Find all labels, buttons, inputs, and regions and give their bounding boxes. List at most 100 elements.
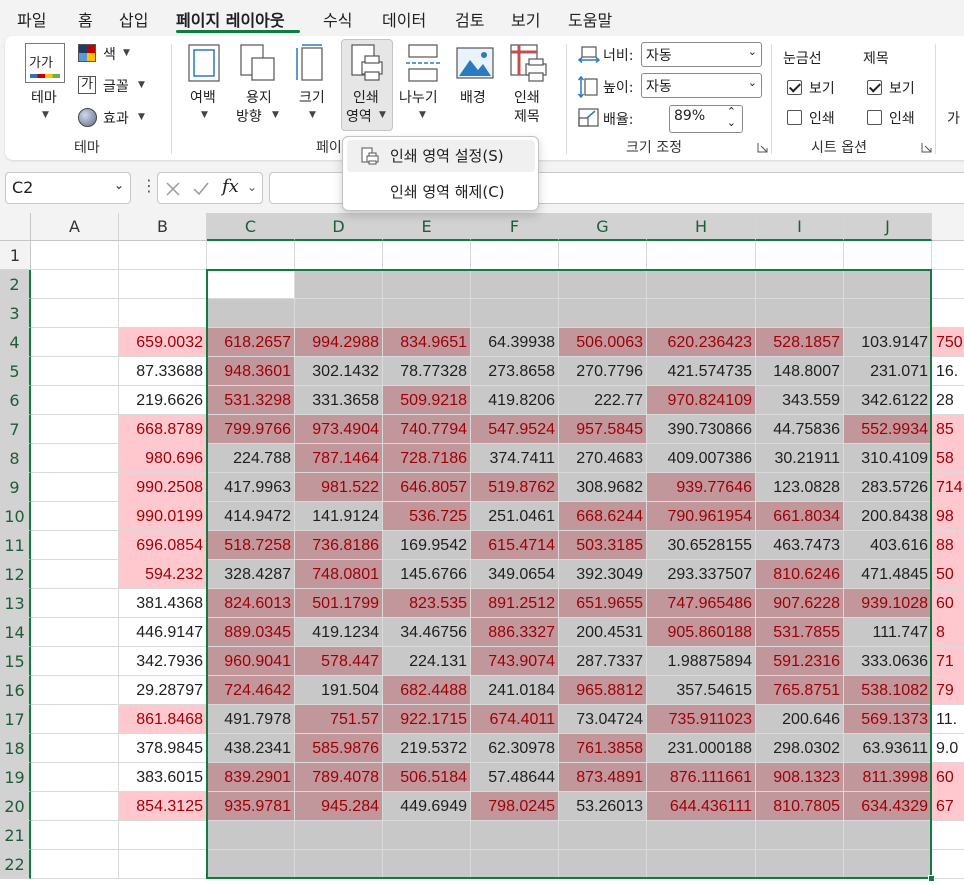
cell-e1[interactable] <box>383 241 471 270</box>
column-header-h[interactable]: H <box>647 213 756 241</box>
row-header-6[interactable]: 6 <box>0 386 31 415</box>
cell-c18[interactable]: 438.2341 <box>207 734 295 763</box>
column-header-d[interactable]: D <box>295 213 383 241</box>
cell-c1[interactable] <box>207 241 295 270</box>
cell-f1[interactable] <box>471 241 559 270</box>
cell-f5[interactable]: 273.8658 <box>471 357 559 386</box>
chevron-down-icon[interactable]: ⌄ <box>114 178 124 192</box>
cell-i9[interactable]: 123.0828 <box>756 473 844 502</box>
cell-d5[interactable]: 302.1432 <box>295 357 383 386</box>
cell-j19[interactable]: 811.3998 <box>844 763 932 792</box>
cell-e9[interactable]: 646.8057 <box>383 473 471 502</box>
cell-e17[interactable]: 922.1715 <box>383 705 471 734</box>
cell-c14[interactable]: 889.0345 <box>207 618 295 647</box>
cell-a15[interactable] <box>31 647 119 676</box>
fonts-label[interactable]: 글꼴 <box>103 76 129 96</box>
cell-b12[interactable]: 594.232 <box>119 560 207 589</box>
cell-g12[interactable]: 392.3049 <box>559 560 647 589</box>
cell-j1[interactable] <box>844 241 932 270</box>
cell-k18[interactable]: 9.0 <box>932 734 964 763</box>
cell-j3[interactable] <box>844 299 932 328</box>
cell-b11[interactable]: 696.0854 <box>119 531 207 560</box>
cell-k20[interactable]: 67 <box>932 792 964 821</box>
cell-k1[interactable] <box>932 241 964 270</box>
cell-f18[interactable]: 62.30978 <box>471 734 559 763</box>
cell-d3[interactable] <box>295 299 383 328</box>
row-header-3[interactable]: 3 <box>0 299 31 328</box>
cell-h7[interactable]: 390.730866 <box>647 415 756 444</box>
tab-formulas[interactable]: 수식 <box>323 7 352 31</box>
tab-review[interactable]: 검토 <box>455 7 484 31</box>
cell-e8[interactable]: 728.7186 <box>383 444 471 473</box>
cell-h9[interactable]: 939.77646 <box>647 473 756 502</box>
cell-h12[interactable]: 293.337507 <box>647 560 756 589</box>
cell-g6[interactable]: 222.77 <box>559 386 647 415</box>
row-header-5[interactable]: 5 <box>0 357 31 386</box>
cell-k22[interactable] <box>932 850 964 879</box>
cell-h6[interactable]: 970.824109 <box>647 386 756 415</box>
cell-a7[interactable] <box>31 415 119 444</box>
gridlines-view-checkbox[interactable] <box>787 80 802 95</box>
cell-g13[interactable]: 651.9655 <box>559 589 647 618</box>
cell-a12[interactable] <box>31 560 119 589</box>
cell-e6[interactable]: 509.9218 <box>383 386 471 415</box>
cell-h2[interactable] <box>647 270 756 299</box>
cell-j18[interactable]: 63.93611 <box>844 734 932 763</box>
cell-d11[interactable]: 736.8186 <box>295 531 383 560</box>
cell-k21[interactable] <box>932 821 964 850</box>
cell-f4[interactable]: 64.39938 <box>471 328 559 357</box>
cell-c17[interactable]: 491.7978 <box>207 705 295 734</box>
dialog-launcher-icon[interactable] <box>757 142 768 153</box>
cell-g21[interactable] <box>559 821 647 850</box>
cell-c20[interactable]: 935.9781 <box>207 792 295 821</box>
tab-home[interactable]: 홈 <box>78 7 93 31</box>
cell-e3[interactable] <box>383 299 471 328</box>
cell-b8[interactable]: 980.696 <box>119 444 207 473</box>
tab-page-layout[interactable]: 페이지 레이아웃 <box>176 7 285 31</box>
cell-b22[interactable] <box>119 850 207 879</box>
cell-i13[interactable]: 907.6228 <box>756 589 844 618</box>
row-header-7[interactable]: 7 <box>0 415 31 444</box>
tab-view[interactable]: 보기 <box>511 7 540 31</box>
cell-j21[interactable] <box>844 821 932 850</box>
cell-b2[interactable] <box>119 270 207 299</box>
cell-g2[interactable] <box>559 270 647 299</box>
cell-e5[interactable]: 78.77328 <box>383 357 471 386</box>
cell-f12[interactable]: 349.0654 <box>471 560 559 589</box>
cell-g4[interactable]: 506.0063 <box>559 328 647 357</box>
cell-f3[interactable] <box>471 299 559 328</box>
cell-j20[interactable]: 634.4329 <box>844 792 932 821</box>
row-header-2[interactable]: 2 <box>0 270 31 299</box>
headings-view-checkbox[interactable] <box>867 80 882 95</box>
cell-j2[interactable] <box>844 270 932 299</box>
cell-i12[interactable]: 810.6246 <box>756 560 844 589</box>
cell-d10[interactable]: 141.9124 <box>295 502 383 531</box>
cell-i3[interactable] <box>756 299 844 328</box>
cell-a13[interactable] <box>31 589 119 618</box>
headings-print-checkbox[interactable] <box>867 110 882 125</box>
row-header-15[interactable]: 15 <box>0 647 31 676</box>
cell-j6[interactable]: 342.6122 <box>844 386 932 415</box>
enter-icon[interactable] <box>192 181 210 197</box>
cell-e12[interactable]: 145.6766 <box>383 560 471 589</box>
cell-c13[interactable]: 824.6013 <box>207 589 295 618</box>
cell-h11[interactable]: 30.6528155 <box>647 531 756 560</box>
cell-e14[interactable]: 34.46756 <box>383 618 471 647</box>
cell-h21[interactable] <box>647 821 756 850</box>
cell-i10[interactable]: 661.8034 <box>756 502 844 531</box>
column-header-b[interactable]: B <box>119 213 207 241</box>
cell-j8[interactable]: 310.4109 <box>844 444 932 473</box>
cell-g17[interactable]: 73.04724 <box>559 705 647 734</box>
fonts-icon[interactable]: 가 <box>78 76 96 94</box>
cell-k2[interactable] <box>932 270 964 299</box>
cell-h22[interactable] <box>647 850 756 879</box>
cell-c9[interactable]: 417.9963 <box>207 473 295 502</box>
cell-g10[interactable]: 668.6244 <box>559 502 647 531</box>
cell-g8[interactable]: 270.4683 <box>559 444 647 473</box>
cell-j7[interactable]: 552.9934 <box>844 415 932 444</box>
cell-e15[interactable]: 224.131 <box>383 647 471 676</box>
cell-d14[interactable]: 419.1234 <box>295 618 383 647</box>
cell-f15[interactable]: 743.9074 <box>471 647 559 676</box>
cell-e22[interactable] <box>383 850 471 879</box>
row-header-19[interactable]: 19 <box>0 763 31 792</box>
